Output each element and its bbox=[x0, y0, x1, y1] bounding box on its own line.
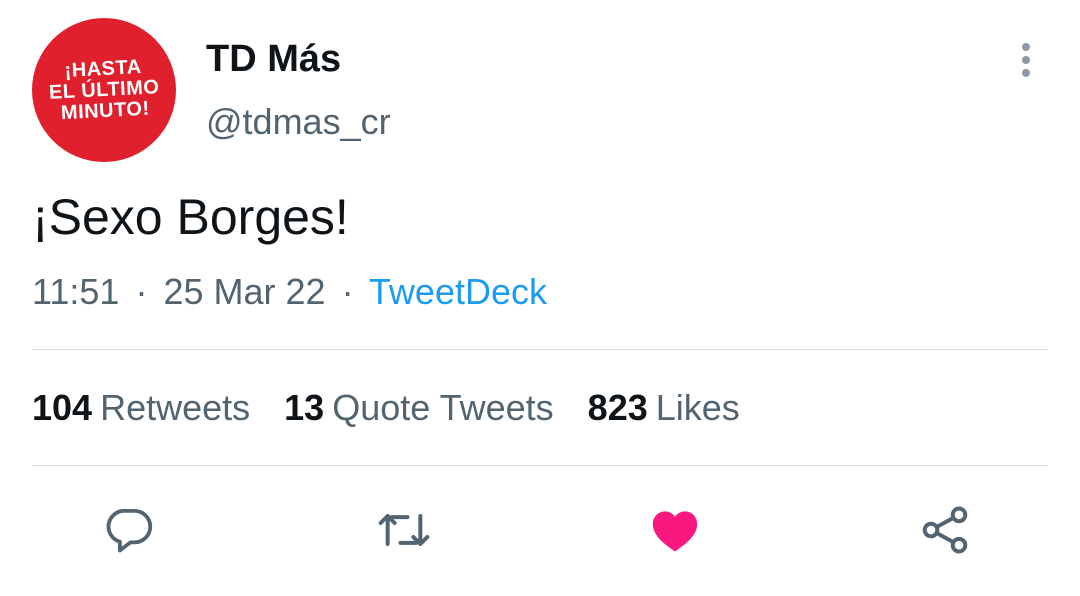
likes-stat[interactable]: 823 Likes bbox=[588, 382, 740, 434]
tweet-text: ¡Sexo Borges! bbox=[32, 189, 349, 245]
meta-separator: · bbox=[341, 271, 354, 312]
quote-tweets-label: Quote Tweets bbox=[332, 387, 554, 428]
likes-label: Likes bbox=[655, 387, 740, 428]
author-display-name[interactable]: TD Más bbox=[206, 36, 341, 82]
tweet-meta: 11:51 · 25 Mar 22 · TweetDeck bbox=[32, 266, 547, 318]
reply-icon bbox=[106, 508, 153, 553]
share-icon bbox=[922, 506, 968, 554]
retweet-button[interactable] bbox=[376, 502, 432, 558]
share-button[interactable] bbox=[917, 502, 973, 558]
tweet-stats: 104 Retweets 13 Quote Tweets 823 Likes bbox=[32, 382, 774, 434]
divider bbox=[32, 349, 1048, 350]
tweet-detail: ¡HASTA EL ÚLTIMO MINUTO! TD Más @tdmas_c… bbox=[0, 0, 1080, 596]
quote-tweets-count: 13 bbox=[284, 387, 325, 428]
retweets-stat[interactable]: 104 Retweets bbox=[32, 382, 250, 434]
author-handle[interactable]: @tdmas_cr bbox=[206, 100, 391, 144]
tweet-source-link[interactable]: TweetDeck bbox=[369, 271, 547, 312]
tweet-date[interactable]: 25 Mar 22 bbox=[163, 271, 325, 312]
like-button[interactable] bbox=[647, 502, 703, 558]
tweet-time[interactable]: 11:51 bbox=[32, 271, 119, 312]
retweets-label: Retweets bbox=[100, 387, 251, 428]
more-dot-icon bbox=[1022, 56, 1030, 64]
more-options-button[interactable] bbox=[1004, 36, 1048, 84]
divider bbox=[32, 465, 1048, 466]
reply-button[interactable] bbox=[102, 502, 158, 558]
retweets-count: 104 bbox=[32, 387, 93, 428]
more-dot-icon bbox=[1022, 69, 1030, 77]
heart-icon bbox=[652, 511, 698, 552]
avatar[interactable]: ¡HASTA EL ÚLTIMO MINUTO! bbox=[32, 18, 176, 162]
retweet-icon bbox=[378, 514, 430, 546]
more-dot-icon bbox=[1022, 43, 1030, 51]
meta-separator: · bbox=[135, 271, 148, 312]
avatar-logo-text: ¡HASTA EL ÚLTIMO MINUTO! bbox=[48, 55, 160, 124]
quote-tweets-stat[interactable]: 13 Quote Tweets bbox=[284, 382, 554, 434]
likes-count: 823 bbox=[587, 387, 648, 428]
